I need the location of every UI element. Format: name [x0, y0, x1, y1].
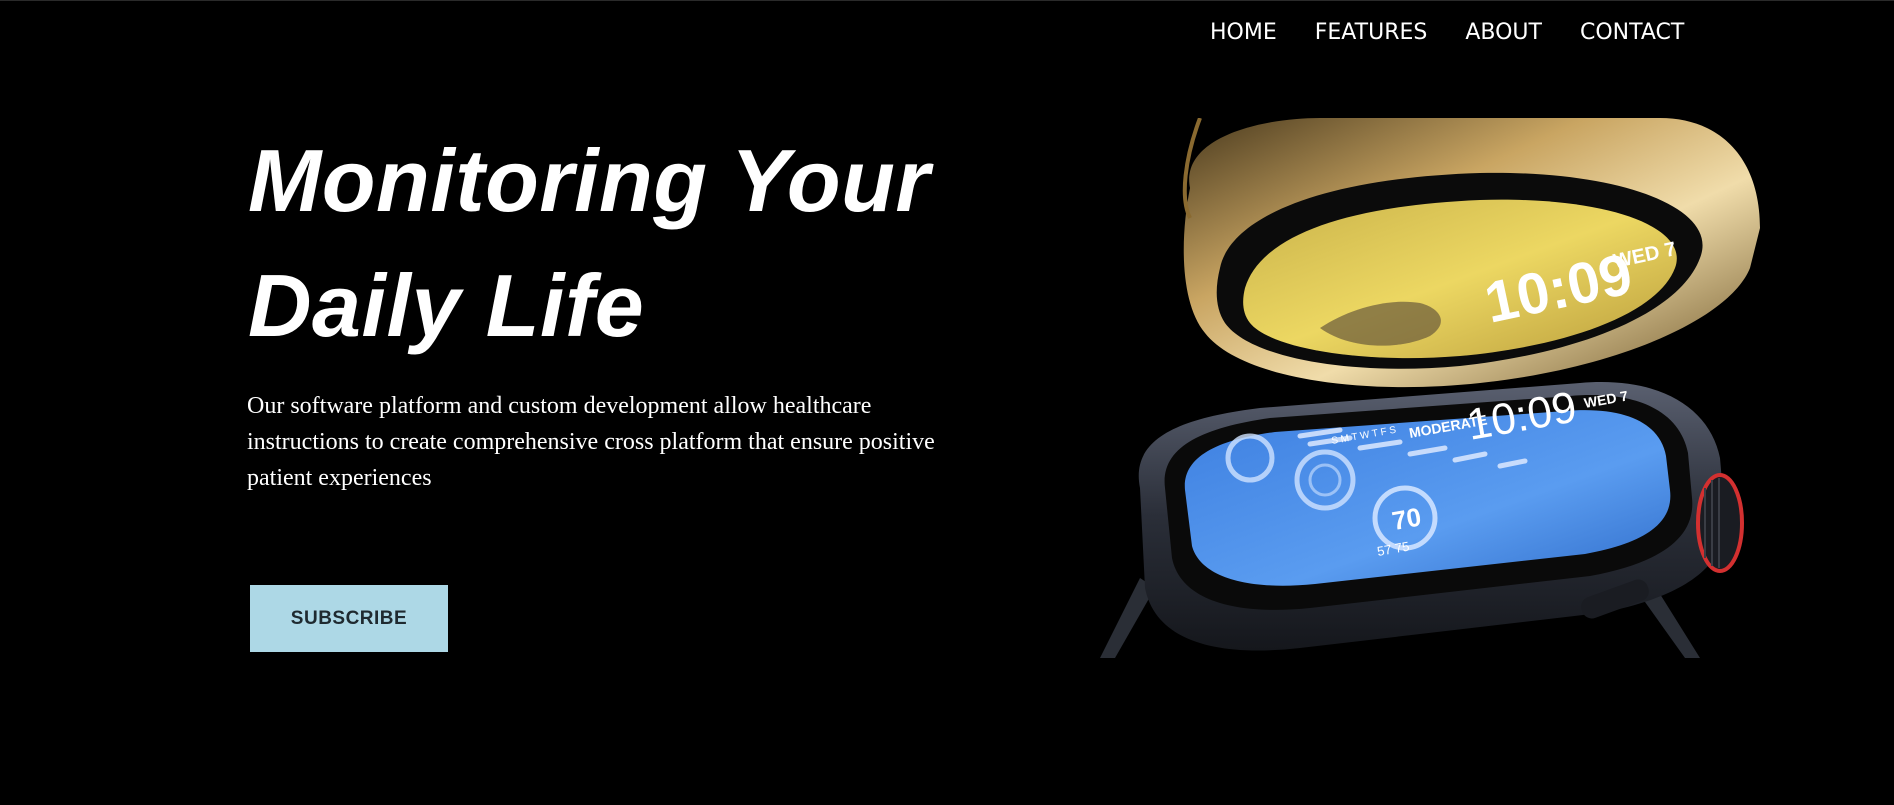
top-border	[0, 0, 1894, 1]
nav-about-link[interactable]: ABOUT	[1465, 20, 1542, 46]
dark-watch-temp: 70	[1390, 501, 1424, 536]
hero-title-line-1: Monitoring Your	[248, 131, 931, 230]
nav-contact-link[interactable]: CONTACT	[1580, 20, 1684, 46]
nav-home-link[interactable]: HOME	[1210, 20, 1277, 46]
smartwatch-image: 10:09 WED 7 70 57 75 S M T W T F S MODER…	[1100, 118, 1760, 658]
hero-description: Our software platform and custom develop…	[247, 393, 935, 491]
gold-watch: 10:09 WED 7	[1182, 118, 1760, 388]
nav-features-link[interactable]: FEATURES	[1315, 20, 1428, 46]
dark-watch: 70 57 75 S M T W T F S MODERATE 10:09 WE…	[1100, 382, 1744, 658]
subscribe-button[interactable]: SUBSCRIBE	[250, 585, 448, 652]
main-nav: HOME FEATURES ABOUT CONTACT	[1190, 20, 1702, 46]
hero-title: Monitoring Your Daily Life	[248, 118, 1008, 368]
hero-title-line-2: Daily Life	[248, 256, 645, 355]
